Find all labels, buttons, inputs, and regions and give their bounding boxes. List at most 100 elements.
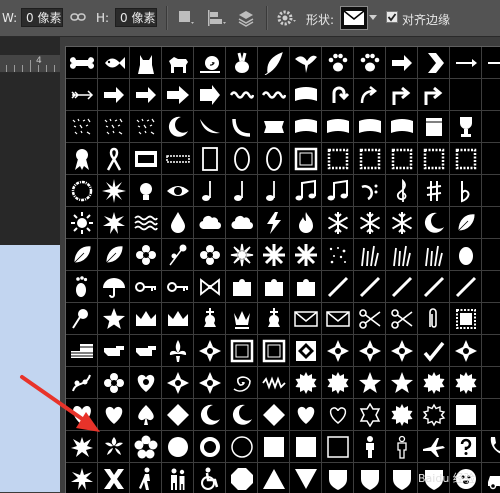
shape-cell[interactable] <box>162 79 194 111</box>
shape-cell[interactable] <box>258 431 290 463</box>
shape-cell[interactable] <box>98 239 130 271</box>
shape-cell[interactable] <box>450 47 482 79</box>
shape-cell[interactable] <box>98 79 130 111</box>
shape-cell[interactable] <box>418 399 450 431</box>
link-icon[interactable] <box>70 10 86 30</box>
shape-cell[interactable] <box>194 463 226 493</box>
shape-cell[interactable] <box>66 367 98 399</box>
shape-cell[interactable] <box>450 367 482 399</box>
shape-cell[interactable] <box>290 207 322 239</box>
shape-cell[interactable] <box>354 239 386 271</box>
shape-cell[interactable] <box>386 111 418 143</box>
shape-cell[interactable] <box>226 79 258 111</box>
shape-cell[interactable] <box>66 303 98 335</box>
shape-cell[interactable] <box>418 47 450 79</box>
shape-cell[interactable] <box>98 335 130 367</box>
shape-cell[interactable] <box>418 79 450 111</box>
shape-cell[interactable] <box>258 271 290 303</box>
shape-cell[interactable] <box>322 367 354 399</box>
shape-cell[interactable] <box>450 143 482 175</box>
shape-cell[interactable] <box>130 47 162 79</box>
shape-cell[interactable] <box>322 111 354 143</box>
shape-cell[interactable] <box>354 303 386 335</box>
shape-cell[interactable] <box>482 47 500 79</box>
path-alignment-icon[interactable] <box>206 8 228 28</box>
shape-cell[interactable] <box>354 271 386 303</box>
shape-cell[interactable] <box>226 367 258 399</box>
shape-cell[interactable] <box>130 175 162 207</box>
shape-cell[interactable] <box>386 463 418 493</box>
shape-cell[interactable] <box>418 303 450 335</box>
chevron-down-icon[interactable] <box>369 15 377 20</box>
shape-cell[interactable] <box>290 367 322 399</box>
shape-cell[interactable] <box>226 239 258 271</box>
shape-cell[interactable] <box>354 143 386 175</box>
shape-cell[interactable] <box>322 175 354 207</box>
shape-cell[interactable] <box>354 207 386 239</box>
width-field[interactable]: 0 像素 <box>21 8 63 27</box>
shape-cell[interactable] <box>450 431 482 463</box>
gear-icon[interactable] <box>276 8 298 28</box>
shape-cell[interactable] <box>354 79 386 111</box>
shape-cell[interactable] <box>418 207 450 239</box>
shape-cell[interactable] <box>290 399 322 431</box>
shape-cell[interactable] <box>66 463 98 493</box>
shape-cell[interactable] <box>354 463 386 493</box>
shape-cell[interactable] <box>482 367 500 399</box>
shape-cell[interactable] <box>386 239 418 271</box>
shape-cell[interactable] <box>130 463 162 493</box>
shape-cell[interactable] <box>290 271 322 303</box>
shape-cell[interactable] <box>98 47 130 79</box>
shape-cell[interactable] <box>482 175 500 207</box>
shape-cell[interactable] <box>386 175 418 207</box>
shape-cell[interactable] <box>162 239 194 271</box>
shape-cell[interactable] <box>258 175 290 207</box>
shape-cell[interactable] <box>386 335 418 367</box>
shape-cell[interactable] <box>482 303 500 335</box>
shape-cell[interactable] <box>290 335 322 367</box>
shape-cell[interactable] <box>290 175 322 207</box>
shape-cell[interactable] <box>386 207 418 239</box>
shape-cell[interactable] <box>418 239 450 271</box>
shape-cell[interactable] <box>322 335 354 367</box>
shape-cell[interactable] <box>386 143 418 175</box>
shape-cell[interactable] <box>226 207 258 239</box>
shape-cell[interactable] <box>226 431 258 463</box>
shape-cell[interactable] <box>482 271 500 303</box>
shape-cell[interactable] <box>354 367 386 399</box>
shape-cell[interactable] <box>418 335 450 367</box>
shape-cell[interactable] <box>290 111 322 143</box>
shape-cell[interactable] <box>322 47 354 79</box>
shape-cell[interactable] <box>226 399 258 431</box>
shape-cell[interactable] <box>290 431 322 463</box>
shape-cell[interactable] <box>450 79 482 111</box>
shape-cell[interactable] <box>418 143 450 175</box>
shape-cell[interactable] <box>194 367 226 399</box>
shape-cell[interactable] <box>98 143 130 175</box>
shape-cell[interactable] <box>418 111 450 143</box>
shape-cell[interactable] <box>98 431 130 463</box>
shape-cell[interactable] <box>162 207 194 239</box>
shape-cell[interactable] <box>162 175 194 207</box>
shape-cell[interactable] <box>258 303 290 335</box>
shape-cell[interactable] <box>450 239 482 271</box>
shape-cell[interactable] <box>194 143 226 175</box>
shape-cell[interactable] <box>482 335 500 367</box>
shape-cell[interactable] <box>354 399 386 431</box>
shape-cell[interactable] <box>418 271 450 303</box>
shape-cell[interactable] <box>258 207 290 239</box>
shape-cell[interactable] <box>450 175 482 207</box>
shape-cell[interactable] <box>194 207 226 239</box>
shape-cell[interactable] <box>290 143 322 175</box>
shape-cell[interactable] <box>130 207 162 239</box>
shape-cell[interactable] <box>226 271 258 303</box>
shape-cell[interactable] <box>162 271 194 303</box>
shape-cell[interactable] <box>354 111 386 143</box>
shape-cell[interactable] <box>162 463 194 493</box>
shape-cell[interactable] <box>226 175 258 207</box>
shape-cell[interactable] <box>290 463 322 493</box>
shape-cell[interactable] <box>162 143 194 175</box>
shape-cell[interactable] <box>66 399 98 431</box>
shape-cell[interactable] <box>450 335 482 367</box>
shape-cell[interactable] <box>162 399 194 431</box>
